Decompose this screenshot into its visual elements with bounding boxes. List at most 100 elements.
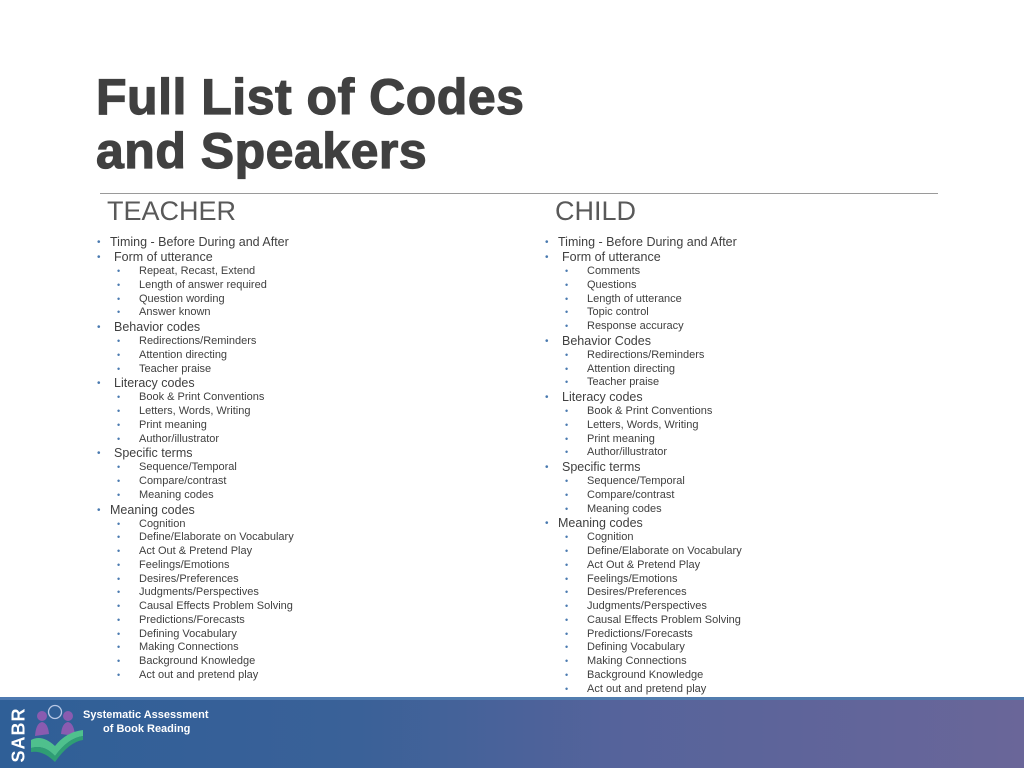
code-subitem-label: Response accuracy [587,320,684,332]
code-subitem-label: Teacher praise [587,376,660,389]
sub-bullet-icon: • [117,587,121,598]
code-subitem: • Book & Print Conventions [544,405,742,419]
code-subitem: • Print meaning [544,433,742,447]
sub-bullet-icon: • [117,363,121,374]
sub-bullet-icon: • [117,293,121,304]
code-subitem: • Attention directing [544,363,742,377]
reader-body-left-icon [35,722,49,736]
code-subitem-label: Defining Vocabulary [587,641,685,654]
code-subitem-label: Compare/contrast [139,475,227,487]
code-category: • Literacy codes [544,390,742,405]
code-subitem: • Repeat, Recast, Extend [96,265,294,279]
sub-bullet-icon: • [117,406,121,416]
code-subitem: • Feelings/Emotions [544,573,742,587]
sub-bullet-icon: • [565,307,569,318]
sub-bullet-icon: • [565,503,569,514]
sub-bullet-icon: • [565,293,569,304]
reader-head-left-icon [37,711,47,721]
code-category: • Meaning codes [544,516,742,531]
code-subitem-label: Print meaning [139,418,207,431]
bullet-icon: • [97,322,101,333]
sub-bullet-icon: • [565,266,569,276]
code-subitem: • Meaning codes [96,489,294,503]
code-subitem-label: Act Out & Pretend Play [139,545,253,557]
sub-bullet-icon: • [117,559,121,570]
sub-bullet-icon: • [565,489,569,500]
sub-bullet-icon: • [565,447,569,458]
sabr-logo-wordmark: Systematic Assessment of Book Reading [83,708,209,736]
code-subitem: • Cognition [96,518,294,532]
code-subitem: • Questions [544,279,742,293]
code-subitem-label: Book & Print Conventions [587,405,713,417]
code-subitem: • Compare/contrast [544,489,742,503]
bullet-icon: • [545,518,549,530]
code-subitem: • Sequence/Temporal [544,475,742,489]
code-subitem-label: Feelings/Emotions [139,558,230,571]
code-subitem: • Author/illustrator [96,433,294,447]
slide-title: Full List of Codes and Speakers [95,69,524,179]
code-subitem-label: Topic control [587,306,649,319]
code-subitem: • Causal Effects Problem Solving [544,614,742,628]
code-category-label: Literacy codes [114,376,195,391]
code-subitem: • Act out and pretend play [96,669,294,683]
code-subitem-label: Define/Elaborate on Vocabulary [139,531,294,544]
sub-bullet-icon: • [565,433,569,444]
code-subitem: • Book & Print Conventions [96,391,294,405]
sub-bullet-icon: • [565,377,569,388]
code-subitem-label: Length of utterance [587,292,682,305]
code-subitem-label: Length of answer required [139,278,267,291]
code-subitem: • Compare/contrast [96,475,294,489]
code-category-label: Form of utterance [562,250,661,264]
sub-bullet-icon: • [565,532,569,543]
sub-bullet-icon: • [565,476,569,486]
code-subitem-label: Sequence/Temporal [587,475,685,487]
code-subitem-label: Comments [587,265,641,277]
code-subitem-label: Cognition [139,517,186,530]
code-subitem: • Answer known [96,306,294,320]
code-category-label: Timing - Before During and After [110,235,289,249]
sub-bullet-icon: • [117,669,121,680]
reader-head-right-icon [63,711,73,721]
code-subitem: • Redirections/Reminders [96,335,294,349]
code-subitem-label: Feelings/Emotions [587,572,678,585]
code-subitem-label: Cognition [587,531,634,544]
sub-bullet-icon: • [565,321,569,331]
sub-bullet-icon: • [565,419,569,430]
sub-bullet-icon: • [565,601,569,611]
code-subitem: • Act Out & Pretend Play [96,545,294,559]
code-subitem-label: Background Knowledge [587,668,704,681]
sub-bullet-icon: • [565,669,569,680]
sub-bullet-icon: • [117,573,121,584]
sub-bullet-icon: • [565,656,569,666]
code-subitem: • Meaning codes [544,503,742,517]
code-subitem-label: Attention directing [587,362,676,375]
code-subitem-label: Act out and pretend play [139,668,259,681]
code-subitem: • Letters, Words, Writing [544,419,742,433]
sub-bullet-icon: • [117,614,121,625]
bullet-icon: • [97,252,101,263]
code-subitem: • Desires/Preferences [544,586,742,600]
code-subitem-label: Judgments/Perspectives [587,600,707,612]
bullet-icon: • [545,335,549,347]
code-subitem-label: Judgments/Perspectives [139,586,259,599]
slide-title-line-2: and Speakers [95,123,428,179]
code-subitem-label: Print meaning [587,432,655,445]
code-subitem: • Predictions/Forecasts [96,614,294,628]
code-subitem: • Topic control [544,306,742,320]
code-subitem: • Defining Vocabulary [96,628,294,642]
code-category-label: Meaning codes [110,502,195,517]
sub-bullet-icon: • [117,476,121,486]
code-subitem: • Letters, Words, Writing [96,405,294,419]
sub-bullet-icon: • [117,489,121,500]
code-subitem-label: Desires/Preferences [587,586,687,599]
code-subitem-label: Author/illustrator [587,446,668,459]
code-subitem-label: Teacher praise [139,362,212,375]
code-category: • Timing - Before During and After [544,235,742,250]
code-subitem-label: Meaning codes [587,502,662,515]
sub-bullet-icon: • [565,628,569,639]
code-subitem-label: Attention directing [139,348,228,361]
code-category: • Form of utterance [544,250,742,265]
sub-bullet-icon: • [565,349,569,360]
sub-bullet-icon: • [117,349,121,360]
code-subitem-label: Define/Elaborate on Vocabulary [587,545,742,557]
